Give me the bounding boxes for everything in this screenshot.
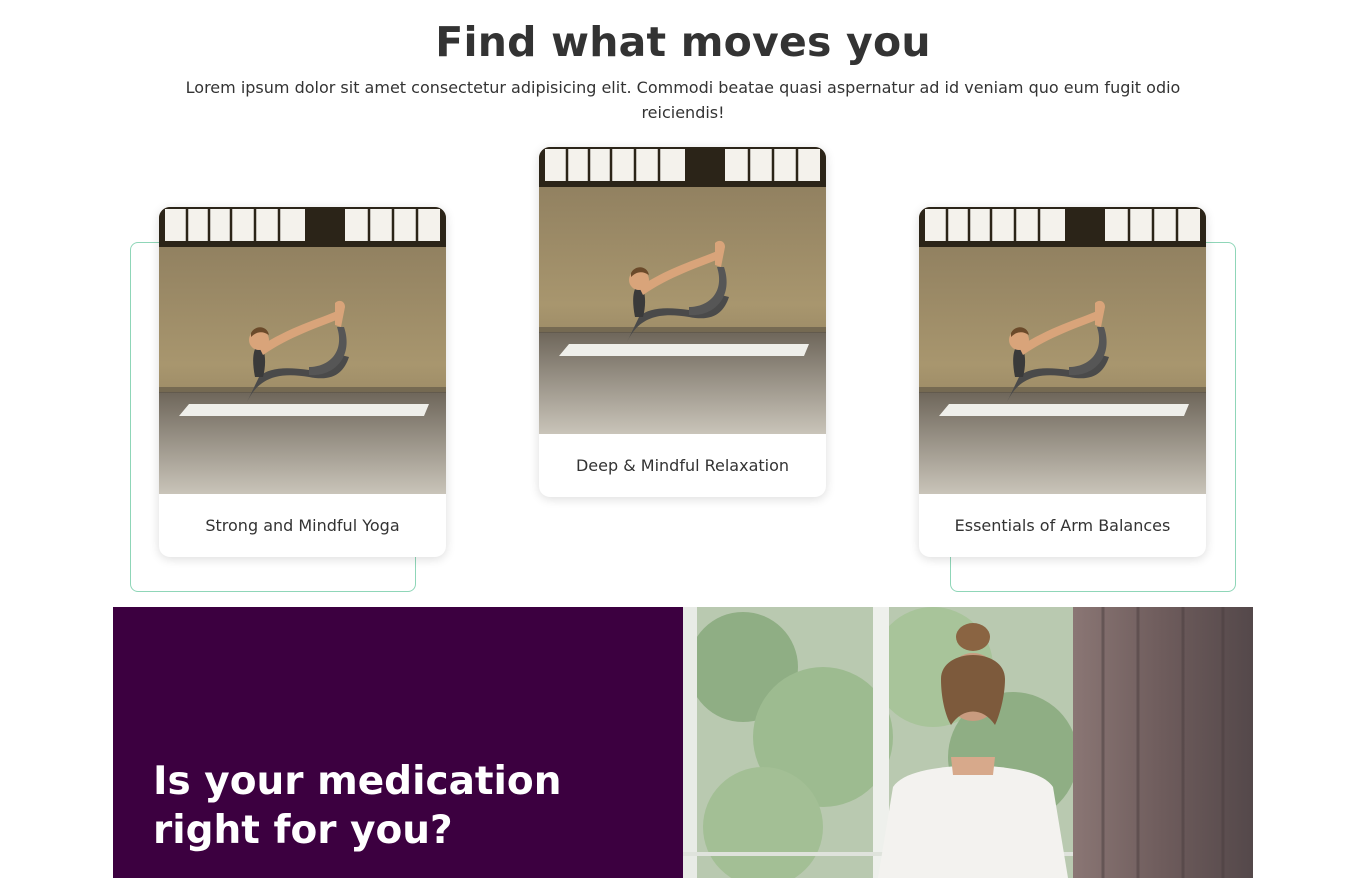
class-card-strong-mindful-yoga[interactable]: Strong and Mindful Yoga	[159, 207, 446, 557]
yoga-bow-pose-photo	[539, 147, 826, 434]
class-card-arm-balances[interactable]: Essentials of Arm Balances	[919, 207, 1206, 557]
section-title: Find what moves you	[435, 18, 931, 66]
card-title: Deep & Mindful Relaxation	[575, 456, 790, 475]
banner-title: Is your medication right for you?	[153, 759, 562, 853]
card-title: Essentials of Arm Balances	[954, 516, 1171, 535]
banner-text-panel: Is your medication right for you?	[113, 607, 683, 878]
card-title: Strong and Mindful Yoga	[205, 516, 400, 535]
class-card-deep-mindful-relaxation[interactable]: Deep & Mindful Relaxation	[539, 147, 826, 497]
medication-banner: Is your medication right for you?	[113, 607, 1253, 878]
woman-at-window-photo	[683, 607, 1253, 878]
section-description: Lorem ipsum dolor sit amet consectetur a…	[185, 78, 1181, 122]
page: Find what moves you Lorem ipsum dolor si…	[0, 0, 1366, 878]
yoga-bow-pose-photo	[919, 207, 1206, 494]
yoga-bow-pose-photo	[159, 207, 446, 494]
